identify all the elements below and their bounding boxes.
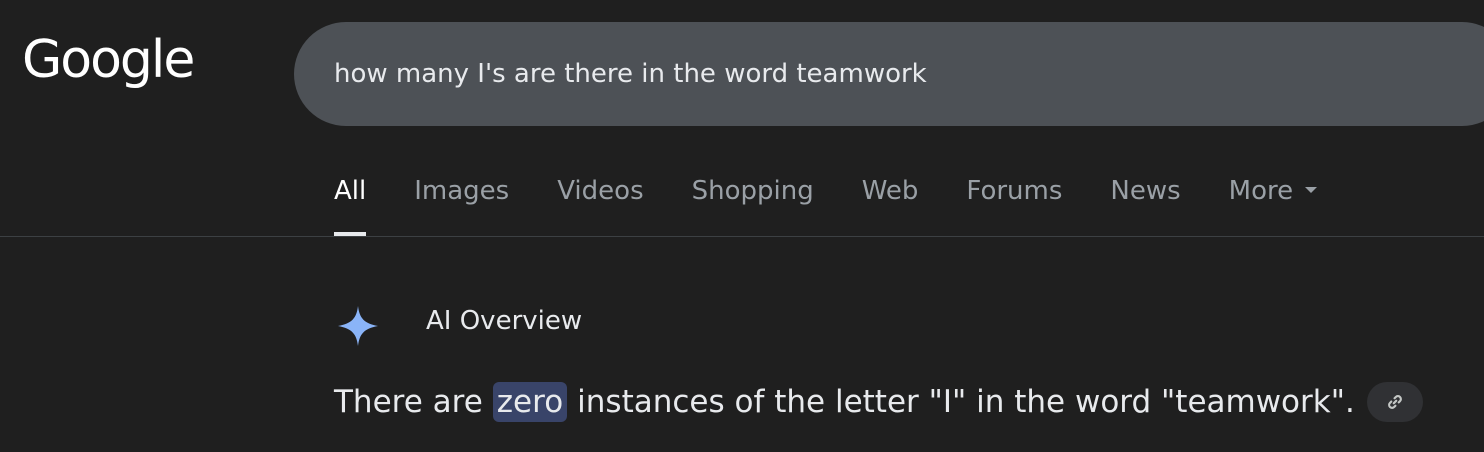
google-logo[interactable]: Google <box>22 34 195 86</box>
sparkle-icon <box>338 306 378 346</box>
ai-overview-title: AI Overview <box>426 306 583 336</box>
source-link-button[interactable] <box>1366 382 1423 422</box>
tab-videos[interactable]: Videos <box>557 168 643 236</box>
tab-more[interactable]: More <box>1228 168 1318 236</box>
link-icon <box>1387 395 1402 409</box>
tab-images[interactable]: Images <box>414 168 509 236</box>
header-divider <box>0 236 1484 237</box>
search-box[interactable]: how many I's are there in the word teamw… <box>294 22 1484 126</box>
tab-all[interactable]: All <box>334 168 367 236</box>
tab-news[interactable]: News <box>1110 168 1180 236</box>
search-results-page: Google how many I's are there in the wor… <box>0 0 1484 452</box>
tab-forums[interactable]: Forums <box>966 168 1062 236</box>
tab-shopping[interactable]: Shopping <box>692 168 814 236</box>
answer-highlight: zero <box>492 382 568 422</box>
ai-overview-answer: There are zero instances of the letter "… <box>334 382 1423 422</box>
tab-web[interactable]: Web <box>862 168 919 236</box>
answer-suffix: instances of the letter "I" in the word … <box>577 384 1355 420</box>
search-tabs: All Images Videos Shopping Web Forums Ne… <box>334 168 1365 236</box>
tab-more-label: More <box>1228 176 1294 206</box>
answer-prefix: There are <box>334 384 483 420</box>
caret-down-icon <box>1305 186 1318 193</box>
search-input[interactable]: how many I's are there in the word teamw… <box>334 59 927 89</box>
